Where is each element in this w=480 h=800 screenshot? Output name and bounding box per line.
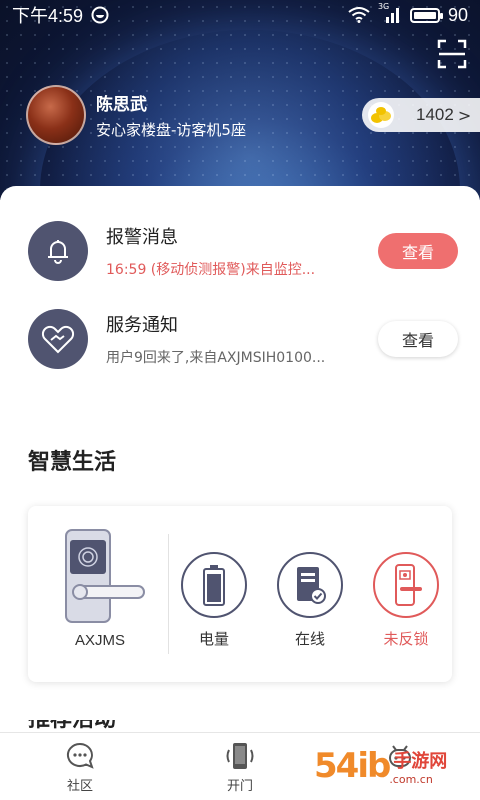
chat-bubble-icon: [66, 742, 94, 769]
app-notification-icon: [91, 6, 109, 24]
handshake-heart-icon: [28, 309, 88, 369]
battery-stat[interactable]: 电量: [181, 552, 247, 649]
recommended-activities-title: 推荐活动: [28, 720, 116, 732]
watermark-logo: 54ib 手游网 .com.cn: [314, 738, 474, 794]
header-banner: 下午4:59 3G 90 陈思武 安心家楼盘-访客机5座 1402 >: [0, 0, 480, 200]
device-name: AXJMS: [74, 632, 125, 649]
server-check-icon: [277, 552, 343, 618]
unlocked-label: 未反锁: [383, 630, 429, 648]
phone-open-icon: [226, 743, 254, 769]
alarm-message-row[interactable]: 报警消息 16:59 (移动侦测报警)来自监控... 查看: [28, 216, 458, 286]
unlocked-stat[interactable]: 未反锁: [373, 552, 439, 649]
service-title: 服务通知: [106, 315, 178, 336]
network-type-label: 3G: [377, 2, 390, 11]
user-address: 安心家楼盘-访客机5座: [96, 121, 246, 139]
online-stat[interactable]: 在线: [277, 552, 343, 649]
coins-value: 1402: [416, 105, 454, 124]
signal-icon: 3G: [378, 2, 402, 24]
avatar[interactable]: [26, 85, 86, 145]
status-bar: 下午4:59 3G 90: [0, 0, 480, 30]
service-message-row[interactable]: 服务通知 用户9回来了,来自AXJMSIH0100... 查看: [28, 304, 458, 374]
battery-label: 电量: [198, 630, 229, 648]
battery-level: 90: [447, 4, 468, 25]
scan-icon: [437, 39, 467, 69]
wifi-icon: [348, 7, 370, 23]
coin-icon: [368, 102, 394, 128]
divider: [168, 534, 169, 654]
online-label: 在线: [294, 630, 325, 648]
smart-life-title: 智慧生活: [28, 450, 117, 475]
battery-icon: [181, 552, 247, 618]
view-alarm-button[interactable]: 查看: [378, 233, 458, 269]
battery-status-icon: [409, 7, 443, 23]
door-lock-icon: [373, 552, 439, 618]
nav-open-door-label: 开门: [226, 779, 253, 794]
smart-lock-device[interactable]: AXJMS: [48, 526, 158, 656]
device-card[interactable]: AXJMS 电量 在线 未反锁: [28, 506, 452, 682]
scan-button[interactable]: [436, 38, 468, 70]
status-time: 下午4:59: [12, 6, 84, 26]
alarm-title: 报警消息: [106, 227, 178, 248]
user-name: 陈思武: [96, 95, 147, 115]
watermark-number: 54ib: [314, 746, 391, 786]
smart-lock-icon: [65, 529, 145, 623]
watermark-domain: .com.cn: [389, 772, 433, 786]
alarm-subtitle: 16:59 (移动侦测报警)来自监控...: [106, 262, 316, 278]
coins-balance-button[interactable]: 1402 >: [362, 98, 480, 132]
nav-community[interactable]: 社区: [0, 733, 160, 800]
nav-open-door[interactable]: 开门: [160, 733, 320, 800]
chevron-right-icon: >: [457, 105, 472, 125]
service-subtitle: 用户9回来了,来自AXJMSIH0100...: [106, 350, 326, 366]
main-content: 报警消息 16:59 (移动侦测报警)来自监控... 查看 服务通知 用户9回来…: [0, 186, 480, 732]
bell-icon: [28, 221, 88, 281]
view-service-button[interactable]: 查看: [378, 321, 458, 357]
watermark-text: 手游网: [393, 750, 448, 772]
user-profile[interactable]: 陈思武 安心家楼盘-访客机5座: [26, 85, 246, 145]
nav-community-label: 社区: [66, 779, 93, 794]
